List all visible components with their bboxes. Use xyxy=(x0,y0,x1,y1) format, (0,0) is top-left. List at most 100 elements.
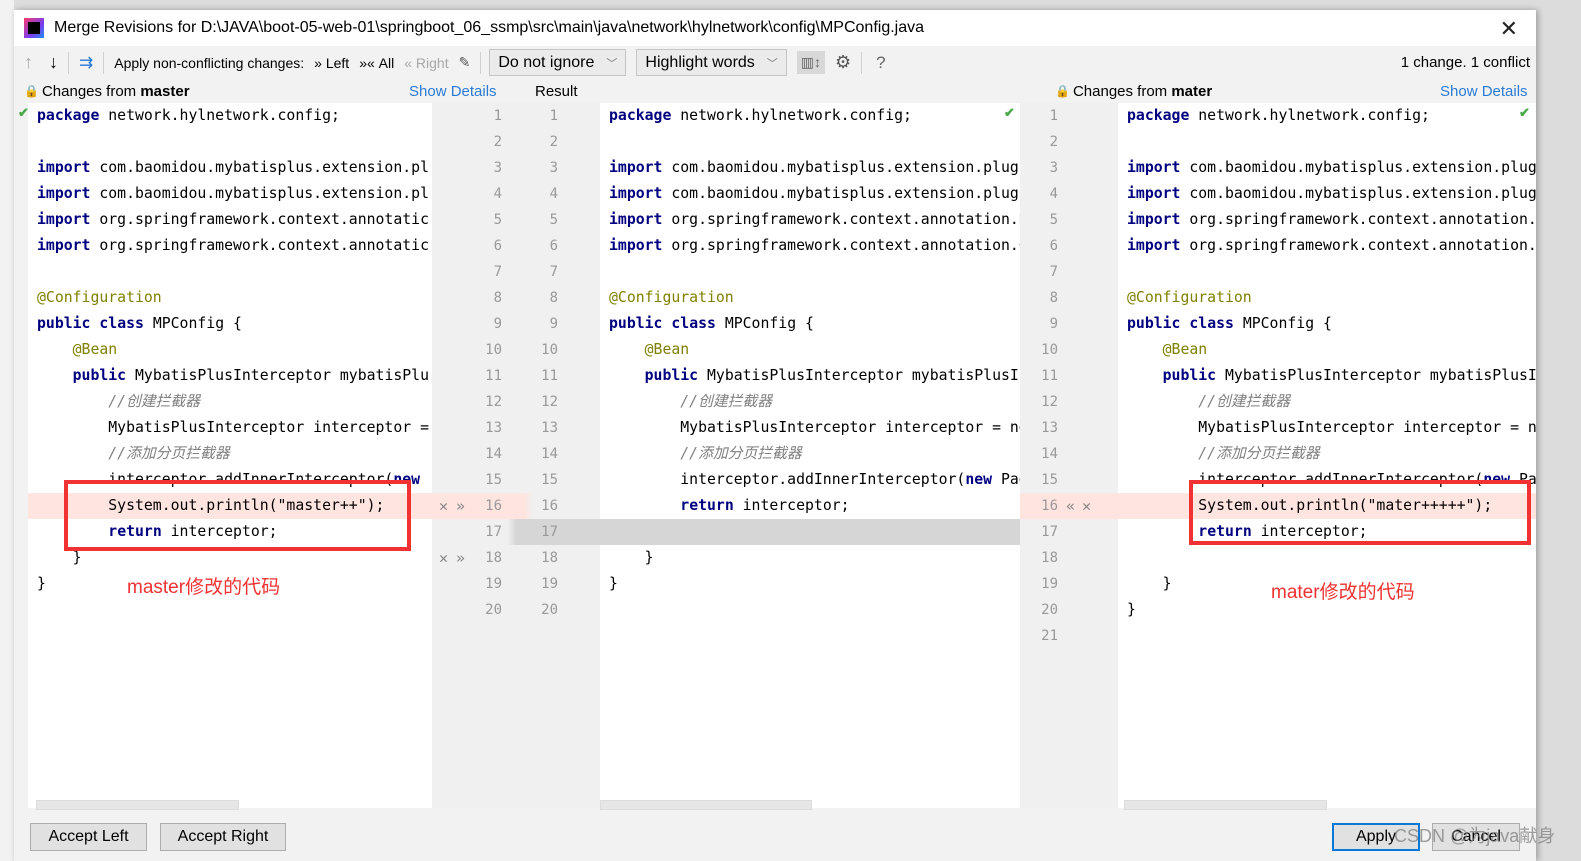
left-line-number: 9 xyxy=(493,316,502,332)
gutter-row: 16 16 ✕ » xyxy=(432,493,600,519)
code-line: import com.baomidou.mybatisplus.extensio… xyxy=(609,159,1020,176)
next-change-icon[interactable]: ↓ xyxy=(49,52,58,73)
code-line: @Bean xyxy=(609,341,690,358)
right-editor[interactable]: package network.hylnetwork.config; import… xyxy=(1118,103,1536,808)
accept-right-button[interactable]: Accept Right xyxy=(160,823,286,851)
lock-icon: 🔒 xyxy=(24,84,39,98)
gear-icon[interactable]: ⚙ xyxy=(835,52,851,73)
ignore-x-icon[interactable]: ✕ xyxy=(439,545,448,571)
gutter-row: 13 xyxy=(1020,415,1118,441)
right-line-number: 19 xyxy=(1041,576,1058,592)
code-line: MybatisPlusInterceptor interceptor = n xyxy=(1127,419,1536,436)
toolbar: ↑ ↓ ⇉ Apply non-conflicting changes: » L… xyxy=(14,46,1536,79)
right-line-number: 12 xyxy=(1041,394,1058,410)
double-both-icon: »« xyxy=(359,54,379,71)
accept-right-arrow-icon[interactable]: » xyxy=(456,493,465,519)
help-icon[interactable]: ? xyxy=(876,53,885,73)
right-show-details-link[interactable]: Show Details xyxy=(1440,79,1528,103)
title-bar: Merge Revisions for D:\JAVA\boot-05-web-… xyxy=(14,10,1536,46)
close-icon[interactable]: ✕ xyxy=(1500,16,1518,42)
gutter-row: 4 xyxy=(1020,181,1118,207)
result-line-number: 20 xyxy=(541,602,558,618)
code-line: package network.hylnetwork.config; xyxy=(37,107,340,124)
annotation-right-note: mater修改的代码 xyxy=(1271,582,1415,603)
left-editor[interactable]: package network.hylnetwork.config; import… xyxy=(28,103,432,808)
right-gutter: 1 2 3 4 5 6 7 8 9 10 11 12 13 14 15 16 «✕ 17 18 19 20 21 xyxy=(1020,103,1118,808)
right-line-number: 20 xyxy=(1041,602,1058,618)
apply-all-button[interactable]: »« All xyxy=(359,55,394,71)
right-line-number: 9 xyxy=(1049,316,1058,332)
code-line: //创建拦截器 xyxy=(1127,393,1291,410)
left-branch: master xyxy=(140,82,190,100)
apply-left-button[interactable]: » Left xyxy=(314,55,349,71)
all-label: All xyxy=(378,54,395,71)
gutter-row: 99 xyxy=(432,311,600,337)
code-line: @Configuration xyxy=(1127,289,1252,306)
apply-right-button[interactable]: « Right xyxy=(404,55,448,71)
right-line-number: 18 xyxy=(1041,550,1058,566)
gutter-row: 12 12 xyxy=(432,389,600,415)
code-line: import com.baomidou.mybatisplus.extensio… xyxy=(1127,185,1536,202)
chevron-down-icon: ﹀ xyxy=(606,57,618,70)
annotation-left-note: master修改的代码 xyxy=(127,577,281,598)
gutter-row: 13 13 xyxy=(432,415,600,441)
code-line: @Configuration xyxy=(37,289,162,306)
gutter-row: 14 xyxy=(1020,441,1118,467)
ignore-x-icon[interactable]: ✕ xyxy=(439,493,448,519)
gutter-row: 17 17 xyxy=(432,519,600,545)
right-scrollbar[interactable] xyxy=(1124,800,1327,810)
code-line: import org.springframework.context.annot… xyxy=(37,211,429,228)
code-line: public MybatisPlusInterceptor mybatisPlu… xyxy=(1162,367,1536,384)
left-line-number: 6 xyxy=(493,238,502,254)
gutter-row: 21 xyxy=(1020,623,1118,649)
ignore-dropdown[interactable]: Do not ignore ﹀ xyxy=(489,49,627,76)
code-line: //添加分页拦截器 xyxy=(37,445,230,462)
window-title: Merge Revisions for D:\JAVA\boot-05-web-… xyxy=(54,19,925,36)
code-line: public class MPConfig { xyxy=(1127,315,1332,332)
accept-right-arrow-icon[interactable]: » xyxy=(456,545,465,571)
center-gutter: 1 1 2 2 3 3 4 4 5 5 6 6 7 7 8 8 9 9 10 10 11 11 12 12 13 13 14 14 15… xyxy=(432,103,600,808)
prev-change-icon[interactable]: ↑ xyxy=(24,52,33,73)
right-line-number: 16 xyxy=(1041,498,1058,514)
right-line-number: 21 xyxy=(1041,628,1058,644)
code-line: import org.springframework.context.annot… xyxy=(37,237,429,254)
ignore-value: Do not ignore xyxy=(498,53,595,71)
result-line-number: 3 xyxy=(549,160,558,176)
csdn-watermark: CSDN @为java献身 xyxy=(1394,826,1556,846)
left-scrollbar[interactable] xyxy=(36,800,239,810)
left-header: 🔒 Changes from master xyxy=(24,79,190,103)
gutter-row: 5 xyxy=(1020,207,1118,233)
gutter-row: 11 xyxy=(1020,363,1118,389)
gutter-row: 55 xyxy=(432,207,600,233)
left-line-number: 8 xyxy=(493,290,502,306)
gutter-row: 2 xyxy=(1020,129,1118,155)
highlight-dropdown[interactable]: Highlight words ﹀ xyxy=(636,49,787,76)
accept-left-button[interactable]: Accept Left xyxy=(30,823,147,851)
left-line-number: 1 xyxy=(493,108,502,124)
double-left-icon: « xyxy=(404,54,416,71)
magic-wand-icon[interactable]: ✎ xyxy=(459,54,471,71)
annotation-box-right xyxy=(1189,480,1531,545)
gutter-row: 18 xyxy=(1020,545,1118,571)
left-line-number: 2 xyxy=(493,134,502,150)
merge-arrows-icon[interactable]: ⇉ xyxy=(79,53,93,73)
result-editor[interactable]: package network.hylnetwork.config; import… xyxy=(600,103,1020,808)
left-line-number: 18 xyxy=(485,550,502,566)
left-line-number: 15 xyxy=(485,472,502,488)
result-line-number: 4 xyxy=(549,186,558,202)
ignore-x-icon[interactable]: ✕ xyxy=(1082,493,1091,519)
code-line: import org.springframework.context.annot… xyxy=(1127,211,1536,228)
code-line: MybatisPlusInterceptor interceptor = xyxy=(37,419,429,436)
left-label: Left xyxy=(325,54,350,71)
left-show-details-link[interactable]: Show Details xyxy=(409,79,497,103)
gutter-row: 44 xyxy=(432,181,600,207)
code-line xyxy=(600,519,1020,545)
gutter-row: 1 xyxy=(1020,103,1118,129)
sync-scroll-icon[interactable]: ▥↕ xyxy=(796,51,826,74)
result-scrollbar[interactable] xyxy=(600,800,812,810)
accept-left-arrow-icon[interactable]: « xyxy=(1066,493,1075,519)
